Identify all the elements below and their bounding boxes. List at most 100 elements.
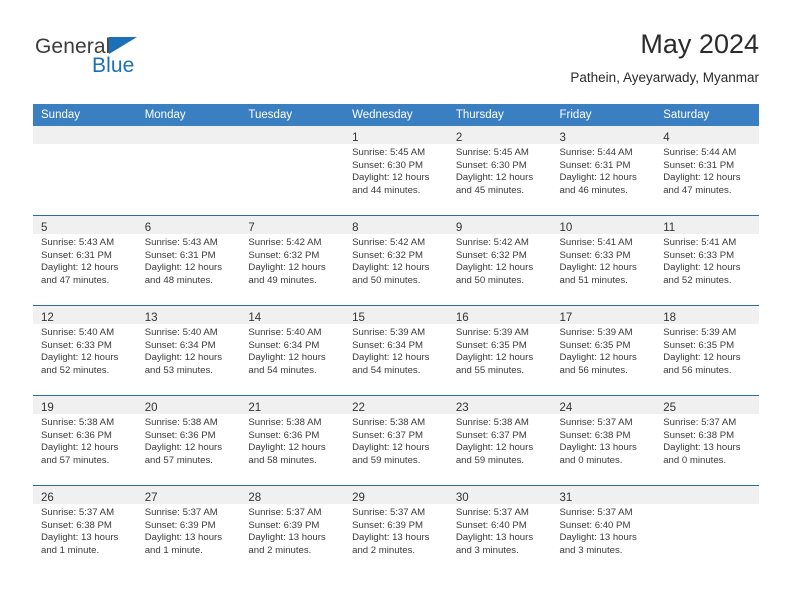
sunrise-time: Sunrise: 5:41 AM xyxy=(559,237,633,248)
calendar-day-cell[interactable]: 23 Sunrise: 5:38 AM Sunset: 6:37 PM Dayligh… xyxy=(447,395,552,486)
daylight-duration-line1: Daylight: 12 hours xyxy=(144,442,223,454)
day-number-band: 22 xyxy=(344,396,448,414)
day-number: 20 xyxy=(144,402,158,414)
day-number: 5 xyxy=(41,222,48,234)
calendar-day-cell[interactable]: 4 Sunrise: 5:44 AM Sunset: 6:31 PM Daylight… xyxy=(655,126,759,216)
day-cell-details: Sunrise: 5:40 AM Sunset: 6:33 PM Daylight:… xyxy=(33,324,137,377)
calendar-day-cell[interactable]: 11 Sunrise: 5:41 AM Sunset: 6:33 PM Dayligh… xyxy=(655,215,759,306)
general-blue-logo[interactable]: General Blue xyxy=(35,36,275,92)
calendar-day-cell[interactable]: 15 Sunrise: 5:39 AM Sunset: 6:34 PM Dayligh… xyxy=(344,305,448,396)
logo-word-blue: Blue xyxy=(92,54,135,77)
sunset-time: Sunset: 6:31 PM xyxy=(144,249,216,261)
calendar-day-cell-empty xyxy=(33,126,137,216)
calendar-day-cell[interactable]: 20 Sunrise: 5:38 AM Sunset: 6:36 PM Dayligh… xyxy=(136,395,241,486)
calendar-day-cell[interactable]: 12 Sunrise: 5:40 AM Sunset: 6:33 PM Dayligh… xyxy=(33,305,137,396)
day-number-band: 10 xyxy=(551,216,656,234)
daylight-duration-line2: and 54 minutes. xyxy=(352,364,421,376)
calendar-day-cell[interactable]: 22 Sunrise: 5:38 AM Sunset: 6:37 PM Dayligh… xyxy=(344,395,448,486)
sunset-time: Sunset: 6:36 PM xyxy=(144,429,216,441)
day-cell-inner: 11 Sunrise: 5:41 AM Sunset: 6:33 PM Dayligh… xyxy=(655,216,759,305)
day-cell-details: Sunrise: 5:37 AM Sunset: 6:40 PM Daylight:… xyxy=(552,504,656,557)
day-number: 7 xyxy=(248,222,255,234)
calendar-day-cell[interactable]: 2 Sunrise: 5:45 AM Sunset: 6:30 PM Daylight… xyxy=(447,126,552,216)
day-cell-inner: 8 Sunrise: 5:42 AM Sunset: 6:32 PM Daylight… xyxy=(344,216,448,305)
calendar-day-cell[interactable]: 21 Sunrise: 5:38 AM Sunset: 6:36 PM Dayligh… xyxy=(240,395,345,486)
weekday-header-tuesday: Tuesday xyxy=(240,104,345,126)
day-number-band: 9 xyxy=(447,216,552,234)
day-cell-inner: 26 Sunrise: 5:37 AM Sunset: 6:38 PM Dayligh… xyxy=(33,486,137,575)
sunset-time: Sunset: 6:35 PM xyxy=(455,339,527,351)
calendar-day-cell[interactable]: 13 Sunrise: 5:40 AM Sunset: 6:34 PM Dayligh… xyxy=(136,305,241,396)
day-cell-details: Sunrise: 5:41 AM Sunset: 6:33 PM Daylight:… xyxy=(552,234,656,287)
calendar-day-cell[interactable]: 3 Sunrise: 5:44 AM Sunset: 6:31 PM Daylight… xyxy=(551,126,656,216)
calendar-day-cell[interactable]: 26 Sunrise: 5:37 AM Sunset: 6:38 PM Dayligh… xyxy=(33,485,137,575)
sunset-time: Sunset: 6:34 PM xyxy=(352,339,424,351)
calendar-day-cell[interactable]: 24 Sunrise: 5:37 AM Sunset: 6:38 PM Dayligh… xyxy=(551,395,656,486)
calendar-day-cell[interactable]: 30 Sunrise: 5:37 AM Sunset: 6:40 PM Dayligh… xyxy=(447,485,552,575)
day-number-band: 24 xyxy=(551,396,656,414)
day-number: 24 xyxy=(559,402,573,414)
calendar-week-row: 12 Sunrise: 5:40 AM Sunset: 6:33 PM Dayligh… xyxy=(33,305,759,396)
daylight-duration-line1: Daylight: 12 hours xyxy=(455,352,534,364)
day-cell-inner: 12 Sunrise: 5:40 AM Sunset: 6:33 PM Dayligh… xyxy=(33,306,137,395)
logo-triangle-icon xyxy=(109,37,138,54)
day-cell-details: Sunrise: 5:41 AM Sunset: 6:33 PM Daylight:… xyxy=(655,234,759,287)
day-cell-details: Sunrise: 5:38 AM Sunset: 6:37 PM Daylight:… xyxy=(344,414,448,467)
day-cell-inner: 19 Sunrise: 5:38 AM Sunset: 6:36 PM Dayligh… xyxy=(33,396,137,485)
daylight-duration-line2: and 47 minutes. xyxy=(41,274,110,286)
calendar-day-cell[interactable]: 19 Sunrise: 5:38 AM Sunset: 6:36 PM Dayligh… xyxy=(33,395,137,486)
calendar-day-cell[interactable]: 8 Sunrise: 5:42 AM Sunset: 6:32 PM Daylight… xyxy=(344,215,448,306)
daylight-duration-line1: Daylight: 12 hours xyxy=(248,262,326,274)
calendar-week-row: 1 Sunrise: 5:45 AM Sunset: 6:30 PM Daylight… xyxy=(33,126,759,216)
calendar-day-cell[interactable]: 5 Sunrise: 5:43 AM Sunset: 6:31 PM Daylight… xyxy=(33,215,137,306)
day-cell-inner: 25 Sunrise: 5:37 AM Sunset: 6:38 PM Dayligh… xyxy=(655,396,759,485)
daylight-duration-line1: Daylight: 12 hours xyxy=(559,352,637,364)
daylight-duration-line1: Daylight: 12 hours xyxy=(559,172,637,184)
day-number-band: 13 xyxy=(136,306,241,324)
sunrise-time: Sunrise: 5:37 AM xyxy=(559,507,633,518)
calendar-day-cell[interactable]: 28 Sunrise: 5:37 AM Sunset: 6:39 PM Dayligh… xyxy=(240,485,345,575)
calendar-day-cell[interactable]: 14 Sunrise: 5:40 AM Sunset: 6:34 PM Dayligh… xyxy=(240,305,345,396)
daylight-duration-line2: and 51 minutes. xyxy=(559,274,628,286)
calendar-day-cell[interactable]: 10 Sunrise: 5:41 AM Sunset: 6:33 PM Dayligh… xyxy=(551,215,656,306)
calendar-day-cell[interactable]: 7 Sunrise: 5:42 AM Sunset: 6:32 PM Daylight… xyxy=(240,215,345,306)
daylight-duration-line1: Daylight: 12 hours xyxy=(455,442,534,454)
calendar-day-cell[interactable]: 16 Sunrise: 5:39 AM Sunset: 6:35 PM Dayligh… xyxy=(447,305,552,396)
weekday-header-monday: Monday xyxy=(136,104,241,126)
calendar-day-cell[interactable]: 31 Sunrise: 5:37 AM Sunset: 6:40 PM Dayligh… xyxy=(551,485,656,575)
daylight-duration-line1: Daylight: 12 hours xyxy=(144,262,223,274)
daylight-duration-line2: and 47 minutes. xyxy=(663,184,732,196)
day-cell-details: Sunrise: 5:37 AM Sunset: 6:38 PM Daylight:… xyxy=(33,504,137,557)
sunrise-time: Sunrise: 5:40 AM xyxy=(248,327,322,338)
calendar-day-cell[interactable]: 29 Sunrise: 5:37 AM Sunset: 6:39 PM Dayligh… xyxy=(344,485,448,575)
day-cell-details: Sunrise: 5:37 AM Sunset: 6:38 PM Daylight:… xyxy=(655,414,759,467)
daylight-duration-line2: and 58 minutes. xyxy=(248,454,317,466)
day-cell-details: Sunrise: 5:45 AM Sunset: 6:30 PM Daylight:… xyxy=(344,144,448,197)
day-number-band: 29 xyxy=(344,486,448,504)
calendar-day-cell[interactable]: 9 Sunrise: 5:42 AM Sunset: 6:32 PM Daylight… xyxy=(447,215,552,306)
sunrise-time: Sunrise: 5:40 AM xyxy=(41,327,115,338)
sunset-time: Sunset: 6:33 PM xyxy=(41,339,112,351)
sunrise-time: Sunrise: 5:38 AM xyxy=(144,417,218,428)
calendar-day-cell[interactable]: 25 Sunrise: 5:37 AM Sunset: 6:38 PM Dayligh… xyxy=(655,395,759,486)
calendar-week-row: 5 Sunrise: 5:43 AM Sunset: 6:31 PM Daylight… xyxy=(33,215,759,306)
daylight-duration-line2: and 57 minutes. xyxy=(144,454,213,466)
day-cell-details: Sunrise: 5:42 AM Sunset: 6:32 PM Daylight:… xyxy=(448,234,552,287)
day-number: 12 xyxy=(41,312,54,324)
day-cell-details xyxy=(240,144,344,147)
daylight-duration-line1: Daylight: 13 hours xyxy=(352,532,430,544)
calendar-day-cell[interactable]: 18 Sunrise: 5:39 AM Sunset: 6:35 PM Dayligh… xyxy=(655,305,759,396)
day-number: 30 xyxy=(455,492,469,504)
calendar-day-cell[interactable]: 27 Sunrise: 5:37 AM Sunset: 6:39 PM Dayligh… xyxy=(136,485,241,575)
daylight-duration-line2: and 0 minutes. xyxy=(559,454,623,466)
sunrise-time: Sunrise: 5:38 AM xyxy=(248,417,322,428)
daylight-duration-line2: and 53 minutes. xyxy=(144,364,213,376)
daylight-duration-line2: and 48 minutes. xyxy=(144,274,213,286)
day-cell-details: Sunrise: 5:37 AM Sunset: 6:40 PM Daylight:… xyxy=(448,504,552,557)
day-cell-inner: 23 Sunrise: 5:38 AM Sunset: 6:37 PM Dayligh… xyxy=(447,396,552,485)
calendar-day-cell[interactable]: 17 Sunrise: 5:39 AM Sunset: 6:35 PM Dayligh… xyxy=(551,305,656,396)
day-cell-inner xyxy=(136,126,241,215)
calendar-day-cell[interactable]: 1 Sunrise: 5:45 AM Sunset: 6:30 PM Daylight… xyxy=(344,126,448,216)
calendar-day-cell[interactable]: 6 Sunrise: 5:43 AM Sunset: 6:31 PM Daylight… xyxy=(136,215,241,306)
day-cell-details: Sunrise: 5:37 AM Sunset: 6:39 PM Daylight:… xyxy=(344,504,448,557)
